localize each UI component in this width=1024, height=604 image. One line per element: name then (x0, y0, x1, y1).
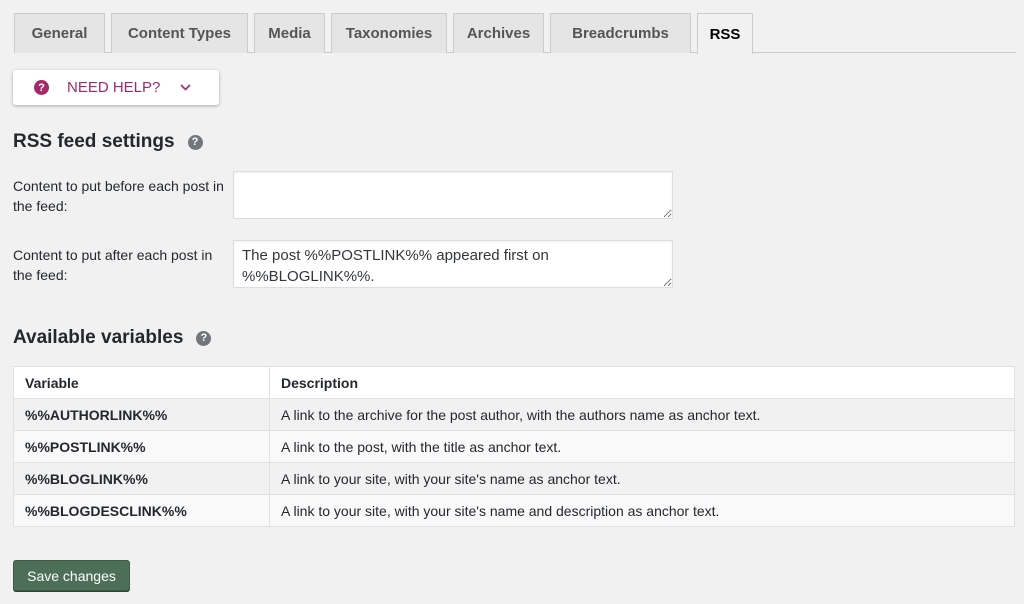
description-cell: A link to the archive for the post autho… (269, 398, 1015, 431)
chevron-down-icon (180, 82, 191, 94)
after-post-textarea[interactable] (233, 240, 673, 288)
tab-general[interactable]: General (14, 13, 105, 53)
column-header-variable: Variable (13, 366, 270, 399)
save-changes-button[interactable]: Save changes (13, 560, 130, 591)
table-row: %%POSTLINK%% A link to the post, with th… (13, 430, 1015, 463)
available-variables-title: Available variables (13, 327, 184, 348)
before-post-label: Content to put before each post in the f… (13, 178, 224, 214)
before-post-textarea[interactable] (233, 171, 673, 219)
tab-taxonomies[interactable]: Taxonomies (331, 13, 447, 53)
description-cell: A link to your site, with your site's na… (269, 494, 1015, 527)
tab-content-types[interactable]: Content Types (111, 13, 248, 53)
need-help-label: NEED HELP? (67, 79, 161, 96)
tab-media[interactable]: Media (254, 13, 325, 53)
table-row: %%BLOGDESCLINK%% A link to your site, wi… (13, 494, 1015, 527)
settings-tabs: General Content Types Media Taxonomies A… (14, 13, 1016, 54)
need-help-button[interactable]: ? NEED HELP? (13, 70, 219, 105)
variable-cell: %%BLOGLINK%% (13, 462, 270, 495)
column-header-description: Description (269, 366, 1015, 399)
rss-settings-title: RSS feed settings (13, 131, 175, 152)
variables-table: Variable Description %%AUTHORLINK%% A li… (13, 366, 1015, 527)
description-cell: A link to your site, with your site's na… (269, 462, 1015, 495)
help-icon[interactable]: ? (196, 330, 212, 346)
rss-settings-heading: RSS feed settings ? (13, 131, 203, 153)
description-cell: A link to the post, with the title as an… (269, 430, 1015, 463)
table-row: %%AUTHORLINK%% A link to the archive for… (13, 398, 1015, 431)
tab-breadcrumbs[interactable]: Breadcrumbs (550, 13, 691, 53)
help-icon[interactable]: ? (187, 134, 203, 150)
tab-archives[interactable]: Archives (453, 13, 544, 53)
variable-cell: %%POSTLINK%% (13, 430, 270, 463)
variable-cell: %%BLOGDESCLINK%% (13, 494, 270, 527)
table-row: %%BLOGLINK%% A link to your site, with y… (13, 462, 1015, 495)
available-variables-heading: Available variables ? (13, 327, 212, 349)
variable-cell: %%AUTHORLINK%% (13, 398, 270, 431)
question-circle-icon: ? (34, 80, 49, 95)
after-post-label: Content to put after each post in the fe… (13, 247, 213, 283)
tab-rss[interactable]: RSS (697, 13, 753, 54)
table-header-row: Variable Description (13, 366, 1015, 399)
